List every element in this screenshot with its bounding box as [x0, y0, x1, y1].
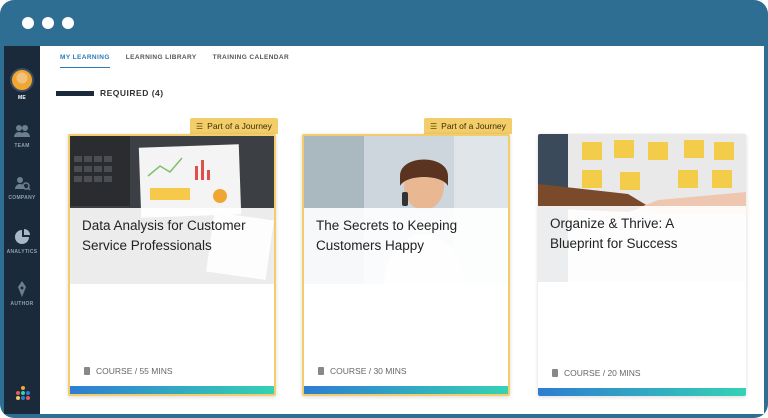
badge-label: Part of a Journey	[207, 121, 272, 131]
browser-frame: ME TEAM COMPANY ANALYTICS AUTHOR MY LEAR…	[0, 0, 768, 418]
journey-badge: ☰ Part of a Journey	[190, 118, 278, 134]
app-window: ME TEAM COMPANY ANALYTICS AUTHOR MY LEAR…	[4, 46, 764, 414]
course-icon	[552, 369, 558, 377]
company-icon	[13, 174, 31, 192]
tab-learning-library[interactable]: LEARNING LIBRARY	[126, 52, 197, 68]
journey-badge: ☰ Part of a Journey	[424, 118, 512, 134]
course-icon	[318, 367, 324, 375]
window-dot[interactable]	[42, 17, 54, 29]
course-meta: COURSE / 55 MINS	[84, 366, 173, 376]
course-icon	[84, 367, 90, 375]
window-dot[interactable]	[22, 17, 34, 29]
sidebar-item-label: COMPANY	[8, 195, 36, 201]
journey-icon: ☰	[430, 121, 438, 131]
progress-bar	[304, 386, 508, 394]
sidebar: ME TEAM COMPANY ANALYTICS AUTHOR	[4, 46, 40, 414]
author-icon	[13, 280, 31, 298]
journey-icon: ☰	[196, 121, 204, 131]
avatar	[10, 68, 34, 92]
course-duration: COURSE / 55 MINS	[96, 366, 173, 376]
course-duration: COURSE / 20 MINS	[564, 368, 641, 378]
course-duration: COURSE / 30 MINS	[330, 366, 407, 376]
sidebar-item-company[interactable]: COMPANY	[4, 174, 40, 201]
course-title[interactable]: Organize & Thrive: A Blueprint for Succe…	[550, 214, 730, 254]
sidebar-item-analytics[interactable]: ANALYTICS	[4, 228, 40, 255]
progress-bar	[538, 388, 746, 396]
course-card[interactable]: Data Analysis for Customer Service Profe…	[68, 134, 276, 396]
brand-logo-icon	[16, 386, 30, 400]
tab-my-learning[interactable]: MY LEARNING	[60, 52, 110, 68]
course-meta: COURSE / 20 MINS	[552, 368, 641, 378]
main-content: MY LEARNING LEARNING LIBRARY TRAINING CA…	[40, 46, 764, 414]
sidebar-item-team[interactable]: TEAM	[4, 122, 40, 149]
sidebar-item-label: ME	[17, 95, 27, 101]
analytics-icon	[13, 228, 31, 246]
course-title[interactable]: Data Analysis for Customer Service Profe…	[82, 216, 262, 256]
window-controls	[22, 17, 74, 29]
tab-bar: MY LEARNING LEARNING LIBRARY TRAINING CA…	[60, 52, 289, 68]
sidebar-item-label: TEAM	[14, 143, 30, 149]
sidebar-item-label: ANALYTICS	[6, 249, 38, 255]
window-dot[interactable]	[62, 17, 74, 29]
course-card[interactable]: The Secrets to Keeping Customers Happy C…	[302, 134, 510, 396]
sidebar-item-me[interactable]: ME	[4, 68, 40, 101]
tab-training-calendar[interactable]: TRAINING CALENDAR	[213, 52, 290, 68]
team-icon	[13, 122, 31, 140]
course-card[interactable]: Organize & Thrive: A Blueprint for Succe…	[538, 134, 746, 396]
section-header: REQUIRED (4)	[56, 88, 164, 98]
section-bar	[56, 90, 94, 96]
course-meta: COURSE / 30 MINS	[318, 366, 407, 376]
sidebar-item-label: AUTHOR	[10, 301, 34, 307]
course-title[interactable]: The Secrets to Keeping Customers Happy	[316, 216, 496, 256]
section-title: REQUIRED (4)	[100, 88, 164, 98]
sidebar-item-author[interactable]: AUTHOR	[4, 280, 40, 307]
badge-label: Part of a Journey	[441, 121, 506, 131]
progress-bar	[70, 386, 274, 394]
